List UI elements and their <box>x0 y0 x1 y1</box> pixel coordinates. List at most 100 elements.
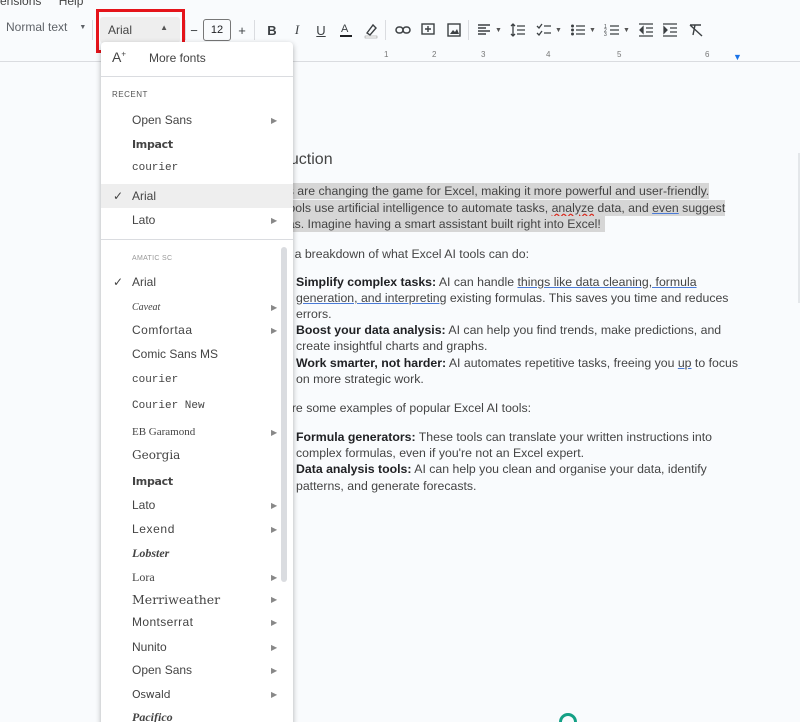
bullet-line: create insightful charts and graphs. <box>296 339 488 353</box>
highlight-color-icon[interactable] <box>363 20 379 40</box>
font-item-impact[interactable]: Impact <box>101 132 293 156</box>
submenu-arrow-icon: ▶ <box>271 115 278 125</box>
link-icon[interactable] <box>395 20 411 40</box>
font-item-open-sans-all[interactable]: Open Sans ▶ <box>101 658 293 682</box>
font-family-menu: A+ More fonts RECENT Open Sans ▶ Impact c… <box>101 42 293 722</box>
submenu-arrow-icon: ▶ <box>271 665 278 675</box>
font-item-courier-lowercase[interactable]: courier <box>101 368 293 392</box>
bullet-line: complex formulas, even if you're not an … <box>296 446 585 460</box>
text-color-icon[interactable]: A <box>338 20 354 40</box>
bullet-line: Simplify complex tasks: AI can handle th… <box>296 275 697 289</box>
bulleted-list-icon[interactable]: ▼ <box>570 20 596 40</box>
ruler-label: 2 <box>432 50 437 59</box>
font-item-amatic-sc[interactable]: AMATIC SC <box>101 246 293 270</box>
toolbar-divider <box>254 20 255 40</box>
font-item-nunito[interactable]: Nunito ▶ <box>101 635 293 659</box>
submenu-arrow-icon: ▶ <box>271 642 278 652</box>
paragraph-style-label: Normal text <box>6 20 68 34</box>
font-size-input[interactable]: 12 <box>203 19 231 41</box>
font-item-georgia[interactable]: Georgia <box>101 443 293 467</box>
increase-font-size-button[interactable]: + <box>234 20 250 40</box>
svg-text:3: 3 <box>604 32 607 37</box>
bullet-line: Work smarter, not harder: AI automates r… <box>296 356 738 370</box>
ruler-label: 6 <box>705 50 710 59</box>
toolbar-divider <box>385 20 386 40</box>
font-item-oswald[interactable]: Oswald ▶ <box>101 682 293 706</box>
bullet-line: Data analysis tools: AI can help you cle… <box>296 462 707 476</box>
more-fonts-item[interactable]: A+ More fonts <box>101 46 293 70</box>
toolbar-divider <box>468 20 469 40</box>
add-comment-icon[interactable] <box>420 20 436 40</box>
font-item-lato-all[interactable]: Lato ▶ <box>101 493 293 517</box>
bullet-line: on more strategic work. <box>296 372 424 386</box>
right-indent-marker-icon[interactable]: ▼ <box>733 52 742 62</box>
bold-icon[interactable]: B <box>264 20 280 40</box>
recent-fonts-header: RECENT <box>112 90 148 99</box>
decrease-font-size-button[interactable]: − <box>186 20 202 40</box>
insert-image-icon[interactable] <box>446 20 462 40</box>
submenu-arrow-icon: ▶ <box>271 215 278 225</box>
align-left-icon[interactable]: ▼ <box>476 20 502 40</box>
paragraph-line: ias. Imagine having a smart assistant bu… <box>285 216 605 232</box>
italic-icon[interactable]: I <box>289 20 305 40</box>
font-item-lora[interactable]: Lora ▶ <box>101 565 293 589</box>
font-item-pacifico[interactable]: Pacifico <box>101 705 293 722</box>
submenu-arrow-icon: ▶ <box>271 617 278 627</box>
font-item-eb-garamond[interactable]: EB Garamond ▶ <box>101 420 293 444</box>
ruler-label: 5 <box>617 50 622 59</box>
numbered-list-icon[interactable]: 1 2 3 ▼ <box>604 20 630 40</box>
font-item-merriweather[interactable]: Merriweather ▶ <box>101 587 293 611</box>
font-item-caveat[interactable]: Caveat ▶ <box>101 295 293 319</box>
increase-indent-icon[interactable] <box>662 20 678 40</box>
ruler-label: 3 <box>481 50 486 59</box>
chevron-down-icon: ▼ <box>79 23 87 31</box>
bullet-line: Formula generators: These tools can tran… <box>296 430 712 444</box>
submenu-arrow-icon: ▶ <box>271 325 278 335</box>
checkmark-icon: ✓ <box>113 189 124 203</box>
font-item-arial[interactable]: ✓ Arial <box>101 270 293 294</box>
font-item-open-sans[interactable]: Open Sans ▶ <box>101 108 293 132</box>
submenu-arrow-icon: ▶ <box>271 427 278 437</box>
svg-text:A: A <box>341 23 349 35</box>
menu-help[interactable]: Help <box>59 0 84 8</box>
ruler-label: 4 <box>546 50 551 59</box>
paragraph-line: tools use artificial intelligence to aut… <box>285 200 726 216</box>
font-item-comic-sans-ms[interactable]: Comic Sans MS <box>101 342 293 366</box>
font-item-arial-selected[interactable]: ✓ Arial <box>101 184 293 208</box>
menu-divider <box>101 76 293 77</box>
bullet-line: generation, and interpreting existing fo… <box>296 291 729 305</box>
paragraph-line: are some examples of popular Excel AI to… <box>285 401 532 415</box>
submenu-arrow-icon: ▶ <box>271 689 277 699</box>
font-item-courier-new[interactable]: Courier New <box>101 394 293 418</box>
submenu-arrow-icon: ▶ <box>271 524 278 534</box>
menu-bar-remnant: ensions Help <box>0 0 97 8</box>
submenu-arrow-icon: ▶ <box>271 302 278 312</box>
line-spacing-icon[interactable] <box>510 20 526 40</box>
font-item-lexend[interactable]: Lexend ▶ <box>101 517 293 541</box>
bullet-line: errors. <box>296 307 332 321</box>
font-item-lato[interactable]: Lato ▶ <box>101 208 293 232</box>
checklist-icon[interactable]: ▼ <box>536 20 562 40</box>
menu-scrollbar[interactable] <box>281 247 287 582</box>
clear-formatting-icon[interactable] <box>688 20 704 40</box>
menu-divider <box>101 239 293 240</box>
font-item-lobster[interactable]: Lobster <box>101 541 293 565</box>
submenu-arrow-icon: ▶ <box>271 500 278 510</box>
paragraph-line: ls are changing the game for Excel, maki… <box>285 183 710 199</box>
menu-extensions[interactable]: ensions <box>0 0 41 8</box>
font-item-courier[interactable]: courier <box>101 156 293 180</box>
paragraph-line: s a breakdown of what Excel AI tools can… <box>285 247 530 261</box>
paragraph-style-dropdown[interactable]: Normal text ▼ <box>6 20 86 34</box>
grammar-assistant-icon[interactable] <box>559 713 577 722</box>
toolbar-divider <box>92 20 93 40</box>
font-item-montserrat[interactable]: Montserrat ▶ <box>101 610 293 634</box>
ruler-label: 1 <box>384 50 389 59</box>
bullet-line: Boost your data analysis: AI can help yo… <box>296 323 722 337</box>
decrease-indent-icon[interactable] <box>638 20 654 40</box>
underline-icon[interactable]: U <box>313 20 329 40</box>
checkmark-icon: ✓ <box>113 275 124 289</box>
font-item-comfortaa[interactable]: Comfortaa ▶ <box>101 318 293 342</box>
add-fonts-icon: A+ <box>112 49 127 65</box>
font-item-impact-all[interactable]: Impact <box>101 469 293 493</box>
bullet-line: patterns, and generate forecasts. <box>296 479 477 493</box>
